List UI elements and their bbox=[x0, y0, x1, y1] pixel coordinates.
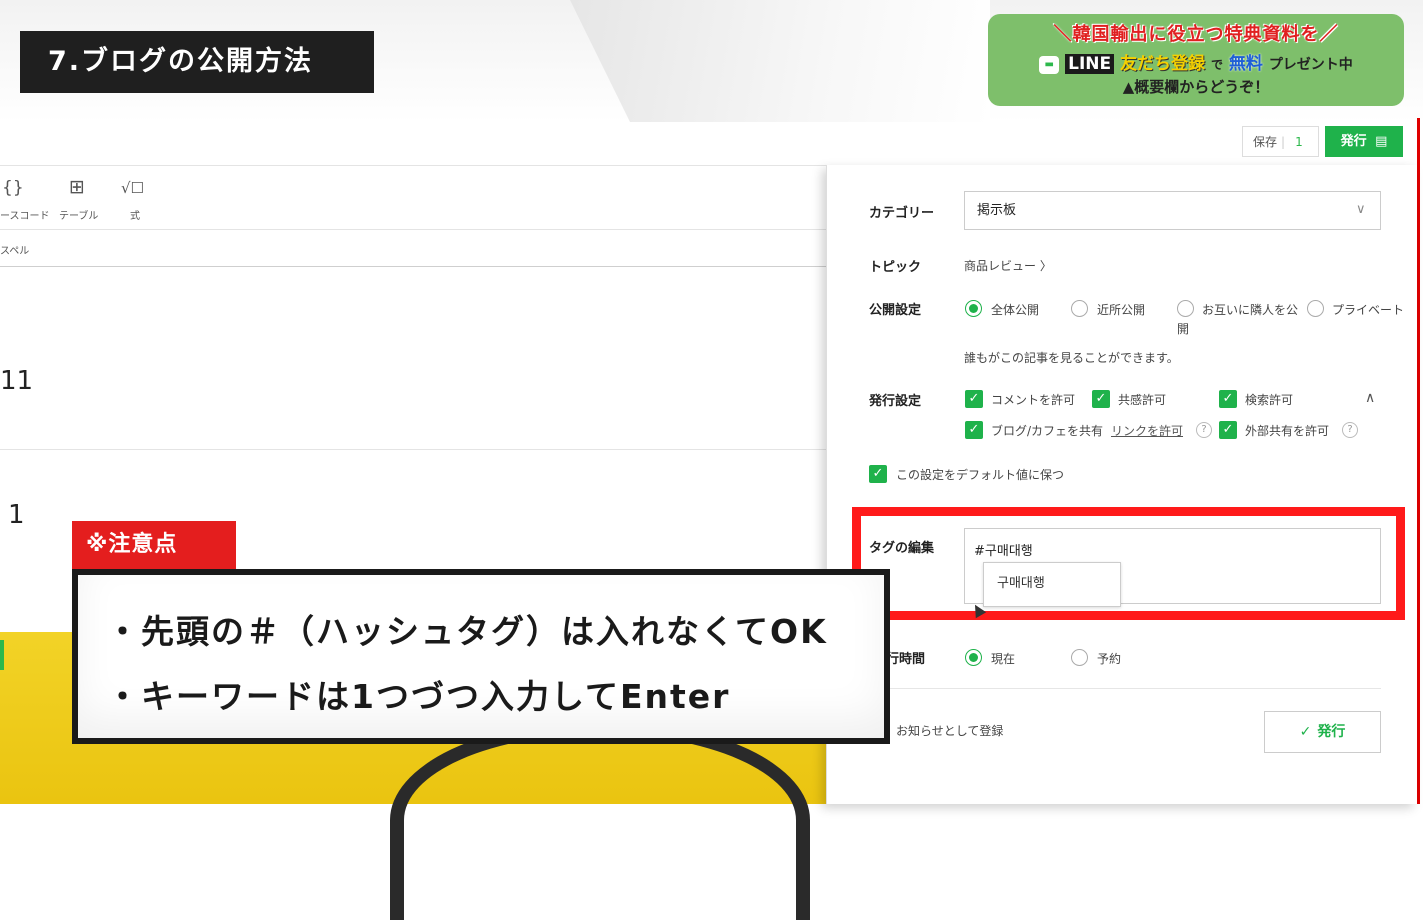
caution-tag: ※注意点 bbox=[72, 521, 236, 569]
allow-search-label[interactable]: 検索許可 bbox=[1245, 391, 1293, 408]
caution-line-2: ・キーワードは1つづつ入力してEnter bbox=[106, 677, 731, 716]
save-button[interactable]: 保存 | 1 bbox=[1242, 126, 1319, 157]
link-permission-select[interactable]: リンクを許可 bbox=[1111, 422, 1183, 439]
radio-public[interactable] bbox=[965, 300, 982, 317]
category-label: カテゴリー bbox=[869, 206, 935, 221]
promo-friends: 友だち登録 bbox=[1120, 54, 1206, 74]
caution-line-1: ・先頭の＃（ハッシュタグ）は入れなくてOK bbox=[106, 612, 828, 651]
line-app-icon: ▬ bbox=[1039, 56, 1060, 74]
promo-free: 無料 bbox=[1228, 54, 1263, 74]
promo-de: で bbox=[1210, 58, 1223, 72]
panel-divider bbox=[868, 688, 1381, 689]
spell-label[interactable]: スペル bbox=[0, 242, 29, 257]
allow-comments-label[interactable]: コメントを許可 bbox=[991, 391, 1075, 408]
promo-headline: ＼韓国輸出に役立つ特典資料を／ bbox=[1053, 24, 1339, 45]
publish-top-label: 発行 bbox=[1340, 134, 1367, 149]
radio-now[interactable] bbox=[965, 649, 982, 666]
notice-register-label[interactable]: お知らせとして登録 bbox=[896, 722, 1003, 739]
time-now-label[interactable]: 現在 bbox=[991, 650, 1015, 667]
external-share-label[interactable]: 外部共有を許可 bbox=[1245, 422, 1329, 439]
source-code-label: ースコード bbox=[0, 211, 50, 222]
radio-private[interactable] bbox=[1307, 300, 1324, 317]
red-edge-line bbox=[1417, 118, 1420, 804]
publish-button[interactable]: ✓ 発行 bbox=[1264, 711, 1381, 753]
toolbar-divider-3 bbox=[0, 266, 826, 267]
table-icon[interactable]: ⊞ bbox=[69, 176, 85, 198]
document-icon: ▤ bbox=[1375, 134, 1388, 149]
editor-text[interactable]: 1 bbox=[8, 500, 25, 530]
save-label: 保存 bbox=[1253, 135, 1278, 149]
visibility-option[interactable]: 近所公開 bbox=[1097, 301, 1145, 318]
toolbar-divider-2 bbox=[0, 229, 826, 230]
checkbox-likes[interactable]: ✓ bbox=[1092, 390, 1110, 408]
visibility-label: 公開設定 bbox=[869, 303, 922, 318]
promo-line2: ▬ LINE 友だち登録 で 無料 プレゼント中 bbox=[988, 49, 1404, 74]
editor-divider bbox=[0, 449, 826, 450]
section-title: 7.ブログの公開方法 bbox=[20, 31, 374, 93]
checkbox-share-blog[interactable]: ✓ bbox=[965, 421, 983, 439]
publish-time-label: 行時間 bbox=[886, 652, 926, 667]
code-icon[interactable]: {} bbox=[2, 178, 24, 198]
checkbox-search[interactable]: ✓ bbox=[1219, 390, 1237, 408]
visibility-option-wrap: 開 bbox=[1177, 322, 1190, 336]
table-label: テーブル bbox=[59, 211, 99, 222]
help-icon[interactable]: ? bbox=[1196, 422, 1212, 438]
formula-label: 式 bbox=[130, 211, 140, 222]
visibility-option[interactable]: 全体公開 bbox=[991, 301, 1039, 318]
checkbox-comments[interactable]: ✓ bbox=[965, 390, 983, 408]
help-icon[interactable]: ? bbox=[1342, 422, 1358, 438]
chevron-down-icon: ∨ bbox=[1356, 202, 1366, 217]
formula-icon[interactable]: √☐ bbox=[121, 179, 144, 197]
banner-decoration bbox=[570, 0, 990, 122]
editor-text[interactable]: 11 bbox=[0, 366, 33, 396]
publish-top-button[interactable]: 発行 ▤ bbox=[1325, 126, 1403, 157]
promo-line-word: LINE bbox=[1065, 54, 1115, 74]
checkbox-external-share[interactable]: ✓ bbox=[1219, 421, 1237, 439]
allow-likes-label[interactable]: 共感許可 bbox=[1118, 391, 1166, 408]
visibility-option[interactable]: プライベート bbox=[1332, 301, 1404, 318]
collapse-icon[interactable]: ∧ bbox=[1365, 390, 1375, 406]
caution-box: ・先頭の＃（ハッシュタグ）は入れなくてOK ・キーワードは1つづつ入力してEnt… bbox=[72, 569, 890, 744]
share-blog-label[interactable]: ブログ/カフェを共有 bbox=[991, 422, 1103, 439]
promo-footer: ▲概要欄からどうぞ！ bbox=[1122, 78, 1270, 96]
radio-mutual[interactable] bbox=[1177, 300, 1194, 317]
topic-label: トピック bbox=[869, 260, 922, 275]
headphone-image bbox=[390, 720, 810, 920]
publish-settings-label: 発行設定 bbox=[869, 394, 922, 409]
radio-reserve[interactable] bbox=[1071, 649, 1088, 666]
save-count: 1 bbox=[1295, 135, 1303, 149]
check-icon: ✓ bbox=[1299, 724, 1312, 740]
time-reserve-label[interactable]: 予約 bbox=[1097, 650, 1121, 667]
highlight-frame bbox=[852, 507, 1405, 620]
radio-neighbor[interactable] bbox=[1071, 300, 1088, 317]
checkbox-keep-default[interactable]: ✓ bbox=[869, 465, 887, 483]
topic-link[interactable]: 商品レビュー 〉 bbox=[964, 257, 1052, 274]
visibility-option[interactable]: お互いに隣人を公 bbox=[1202, 301, 1298, 318]
toolbar-divider bbox=[0, 165, 826, 166]
category-select[interactable]: 掲示板 bbox=[964, 191, 1381, 230]
green-marker bbox=[0, 640, 4, 670]
keep-default-label[interactable]: この設定をデフォルト値に保つ bbox=[896, 466, 1064, 483]
visibility-note: 誰もがこの記事を見ることができます。 bbox=[964, 351, 1179, 365]
promo-present: プレゼント中 bbox=[1268, 57, 1353, 73]
line-promo-banner: ＼韓国輸出に役立つ特典資料を／ ▬ LINE 友だち登録 で 無料 プレゼント中… bbox=[988, 14, 1404, 106]
publish-button-label: 発行 bbox=[1317, 724, 1346, 740]
